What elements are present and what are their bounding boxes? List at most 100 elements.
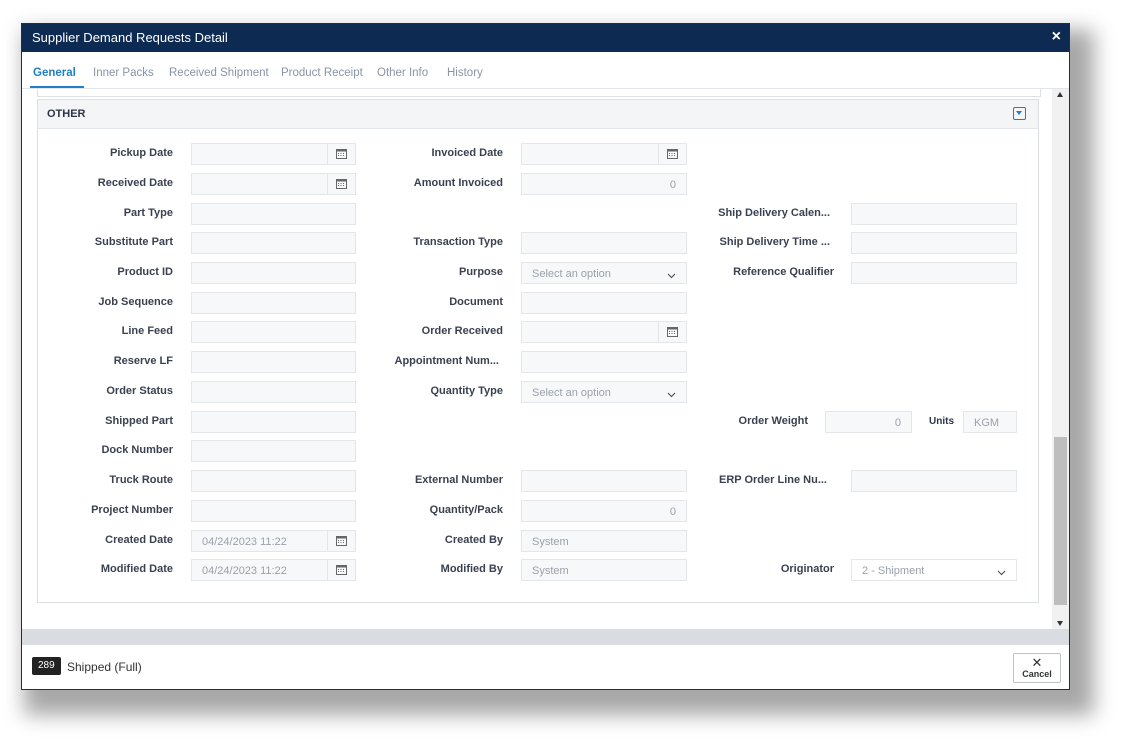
appointment-num-field[interactable] bbox=[521, 351, 687, 373]
calendar-icon[interactable] bbox=[658, 322, 686, 342]
purpose-select[interactable]: Select an option bbox=[521, 262, 687, 284]
previous-section-edge bbox=[37, 89, 1041, 97]
erp-order-line-label: ERP Order Line Nu... bbox=[719, 474, 827, 486]
part-type-field[interactable] bbox=[191, 203, 356, 225]
created-date-value: 04/24/2023 11:22 bbox=[202, 536, 287, 548]
reference-qualifier-label: Reference Qualifier bbox=[733, 266, 834, 278]
reserve-lf-field[interactable] bbox=[191, 351, 356, 373]
cancel-button[interactable]: ✕ Cancel bbox=[1013, 653, 1061, 683]
shipped-part-field[interactable] bbox=[191, 411, 356, 433]
invoiced-date-label: Invoiced Date bbox=[431, 147, 503, 159]
chevron-down-icon bbox=[667, 270, 676, 282]
chevron-down-icon bbox=[667, 389, 676, 401]
quantity-type-label: Quantity Type bbox=[430, 385, 503, 397]
quantity-type-placeholder: Select an option bbox=[532, 387, 611, 399]
line-feed-label: Line Feed bbox=[121, 325, 173, 337]
units-value: KGM bbox=[974, 417, 1000, 429]
order-status-field[interactable] bbox=[191, 381, 356, 403]
tab-general[interactable]: General bbox=[33, 67, 76, 79]
originator-label: Originator bbox=[780, 563, 834, 575]
tab-history[interactable]: History bbox=[447, 67, 483, 79]
substitute-part-field[interactable] bbox=[191, 232, 356, 254]
appointment-num-label: Appointment Num... bbox=[394, 355, 500, 367]
dock-number-field[interactable] bbox=[191, 440, 356, 462]
created-by-field: System bbox=[521, 530, 687, 552]
originator-select[interactable]: 2 - Shipment bbox=[851, 559, 1017, 581]
units-field[interactable]: KGM bbox=[963, 411, 1017, 433]
invoiced-date-field[interactable] bbox=[521, 143, 687, 165]
calendar-icon[interactable] bbox=[658, 144, 686, 164]
job-sequence-field[interactable] bbox=[191, 292, 356, 314]
status-badge: 289 bbox=[32, 657, 61, 675]
truck-route-field[interactable] bbox=[191, 470, 356, 492]
tab-bar: General Inner Packs Received Shipment Pr… bbox=[22, 52, 1069, 89]
tab-inner-packs[interactable]: Inner Packs bbox=[93, 67, 154, 79]
external-number-label: External Number bbox=[414, 474, 503, 486]
created-by-label: Created By bbox=[444, 534, 503, 546]
order-weight-field[interactable]: 0 bbox=[825, 411, 912, 433]
calendar-icon[interactable] bbox=[327, 560, 355, 580]
quantity-pack-value: 0 bbox=[669, 506, 676, 518]
line-feed-field[interactable] bbox=[191, 321, 356, 343]
modified-by-label: Modified By bbox=[440, 563, 503, 575]
originator-value: 2 - Shipment bbox=[862, 565, 925, 577]
substitute-part-label: Substitute Part bbox=[94, 236, 173, 248]
reference-qualifier-field[interactable] bbox=[851, 262, 1017, 284]
transaction-type-field[interactable] bbox=[521, 232, 687, 254]
amount-invoiced-field[interactable]: 0 bbox=[521, 173, 687, 195]
scroll-up-icon[interactable] bbox=[1057, 92, 1063, 97]
close-icon[interactable]: × bbox=[1052, 28, 1061, 46]
modified-by-field: System bbox=[521, 559, 687, 581]
units-label: Units bbox=[929, 416, 954, 427]
document-label: Document bbox=[449, 296, 503, 308]
quantity-type-select[interactable]: Select an option bbox=[521, 381, 687, 403]
amount-invoiced-label: Amount Invoiced bbox=[413, 177, 503, 189]
truck-route-label: Truck Route bbox=[109, 474, 173, 486]
calendar-icon[interactable] bbox=[327, 174, 355, 194]
section-title: OTHER bbox=[47, 108, 86, 120]
amount-invoiced-value: 0 bbox=[669, 179, 676, 191]
active-tab-indicator bbox=[30, 86, 84, 88]
status-text: Shipped (Full) bbox=[67, 660, 142, 674]
quantity-pack-label: Quantity/Pack bbox=[429, 504, 503, 516]
modified-date-value: 04/24/2023 11:22 bbox=[202, 565, 287, 577]
purpose-placeholder: Select an option bbox=[532, 268, 611, 280]
quantity-pack-field[interactable]: 0 bbox=[521, 500, 687, 522]
dock-number-label: Dock Number bbox=[101, 444, 173, 456]
job-sequence-label: Job Sequence bbox=[98, 296, 173, 308]
chevron-down-icon bbox=[997, 567, 1006, 579]
purpose-label: Purpose bbox=[458, 266, 503, 278]
project-number-label: Project Number bbox=[91, 504, 173, 516]
created-date-field: 04/24/2023 11:22 bbox=[191, 530, 356, 552]
order-weight-label: Order Weight bbox=[738, 415, 808, 427]
scroll-down-icon[interactable] bbox=[1057, 621, 1063, 626]
document-field[interactable] bbox=[521, 292, 687, 314]
order-received-field[interactable] bbox=[521, 321, 687, 343]
tab-received-shipment[interactable]: Received Shipment bbox=[169, 67, 269, 79]
tab-content: OTHER Pickup Date Received Date Part Typ… bbox=[22, 89, 1052, 629]
other-section-header: OTHER bbox=[38, 100, 1038, 129]
collapse-icon[interactable] bbox=[1013, 107, 1026, 120]
order-weight-value: 0 bbox=[894, 417, 901, 429]
product-id-field[interactable] bbox=[191, 262, 356, 284]
received-date-field[interactable] bbox=[191, 173, 356, 195]
scrollbar-thumb[interactable] bbox=[1054, 437, 1067, 605]
erp-order-line-field[interactable] bbox=[851, 470, 1017, 492]
project-number-field[interactable] bbox=[191, 500, 356, 522]
vertical-scrollbar[interactable] bbox=[1052, 89, 1069, 629]
footer-divider bbox=[22, 629, 1069, 645]
transaction-type-label: Transaction Type bbox=[413, 236, 503, 248]
tab-other-info[interactable]: Other Info bbox=[377, 67, 428, 79]
ship-delivery-time-field[interactable] bbox=[851, 232, 1017, 254]
pickup-date-field[interactable] bbox=[191, 143, 356, 165]
order-received-label: Order Received bbox=[421, 325, 503, 337]
calendar-icon[interactable] bbox=[327, 531, 355, 551]
part-type-label: Part Type bbox=[123, 207, 173, 219]
calendar-icon[interactable] bbox=[327, 144, 355, 164]
tab-product-receipt[interactable]: Product Receipt bbox=[281, 67, 363, 79]
received-date-label: Received Date bbox=[97, 177, 173, 189]
ship-delivery-calen-field[interactable] bbox=[851, 203, 1017, 225]
modified-date-label: Modified Date bbox=[100, 563, 173, 575]
dialog-titlebar: Supplier Demand Requests Detail × bbox=[22, 24, 1069, 52]
external-number-field[interactable] bbox=[521, 470, 687, 492]
